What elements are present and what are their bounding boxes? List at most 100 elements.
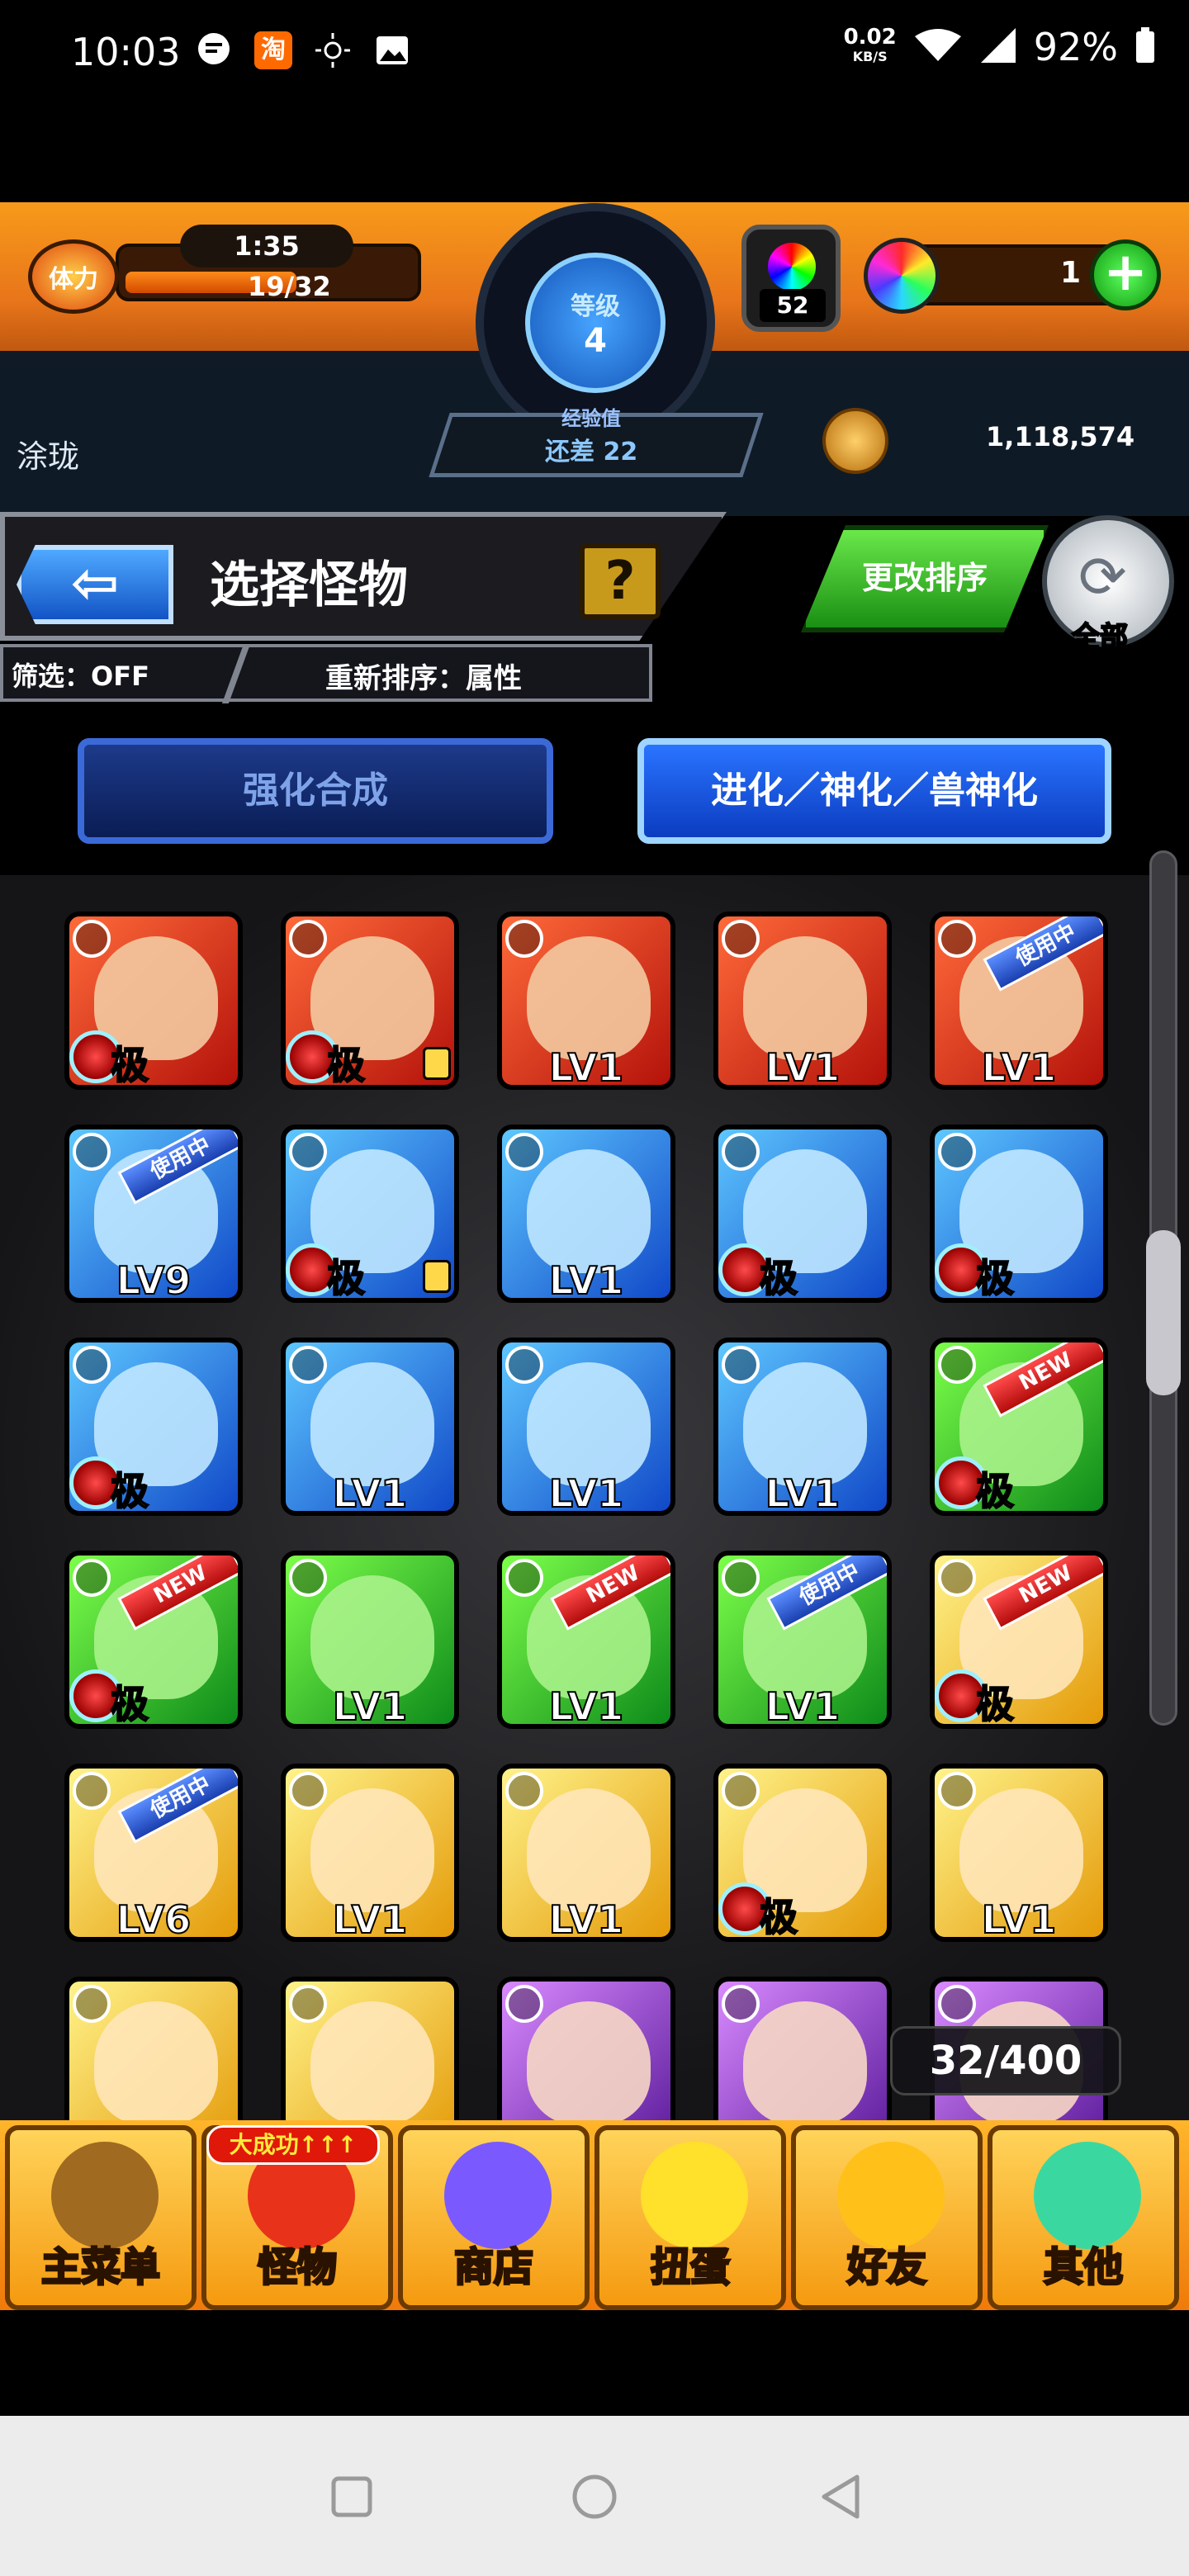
monster-level: LV1: [981, 1896, 1058, 1942]
element-fire-icon: [938, 920, 976, 958]
back-button[interactable]: ⇦: [17, 545, 173, 624]
refresh-icon: ⟳: [1078, 543, 1127, 611]
monster-card[interactable]: 极: [64, 1338, 243, 1516]
monster-card[interactable]: 极 NEW: [930, 1551, 1108, 1729]
element-dark-icon: [505, 1985, 543, 2023]
nav-item-4[interactable]: 好友: [791, 2125, 983, 2310]
battery-percent: 92%: [1033, 25, 1118, 69]
nav-item-5[interactable]: 其他: [988, 2125, 1179, 2310]
egg-icon: [641, 2142, 748, 2249]
orb-count: 1: [1060, 256, 1082, 290]
all-label: 全部: [1071, 620, 1129, 655]
monster-portrait: [959, 1788, 1083, 1912]
friends-icon: [837, 2142, 945, 2249]
nav-label: 怪物: [256, 2243, 338, 2292]
monster-card[interactable]: 极: [930, 1125, 1108, 1303]
notification-icons: 淘: [195, 31, 411, 69]
monster-portrait: [743, 2001, 867, 2125]
monster-card[interactable]: 极: [713, 1125, 892, 1303]
nav-label: 扭蛋: [649, 2243, 731, 2292]
element-wood-icon: [289, 1559, 327, 1597]
monster-card[interactable]: LV1: [281, 1551, 459, 1729]
nav-label: 商店: [452, 2243, 534, 2292]
sort-selector[interactable]: 重新排序：属性: [325, 656, 522, 696]
monster-card[interactable]: 极: [713, 1764, 892, 1942]
monster-card[interactable]: LV1: [497, 1338, 675, 1516]
monster-extreme-mark: 极: [759, 1255, 798, 1300]
element-light-icon: [505, 1772, 543, 1810]
element-wood-icon: [938, 1346, 976, 1384]
monster-card[interactable]: 极: [281, 912, 459, 1090]
monster-card[interactable]: LV1: [930, 1764, 1108, 1942]
monster-card[interactable]: LV1 NEW: [497, 1551, 675, 1729]
stamina-timer: 1:35: [180, 225, 353, 268]
home-icon[interactable]: [570, 2472, 619, 2522]
element-wood-icon: [722, 1559, 760, 1597]
element-dark-icon: [938, 1985, 976, 2023]
gold-value: 1,118,574: [986, 421, 1135, 452]
buy-orb-button[interactable]: +: [1090, 239, 1161, 310]
change-sort-button[interactable]: 更改排序: [801, 525, 1049, 632]
monster-card[interactable]: LV1 使用中: [713, 1551, 892, 1729]
monster-level: LV1: [765, 1044, 841, 1090]
help-button[interactable]: ?: [580, 543, 661, 619]
monster-card[interactable]: LV9 使用中: [64, 1125, 243, 1303]
lock-icon: [423, 1260, 451, 1293]
monster-nav-badge: 大成功↑↑↑: [206, 2125, 380, 2165]
monster-card[interactable]: LV1: [281, 1338, 459, 1516]
element-water-icon: [289, 1346, 327, 1384]
monster-card[interactable]: LV1: [281, 1764, 459, 1942]
bottom-spacer: [0, 2310, 1189, 2416]
monster-extreme-mark: 极: [975, 1681, 1015, 1726]
monster-card[interactable]: LV1: [713, 1338, 892, 1516]
monster-card[interactable]: 极: [64, 912, 243, 1090]
back-icon[interactable]: [816, 2472, 865, 2522]
lock-icon: [423, 1047, 451, 1080]
monster-level: LV1: [981, 1044, 1058, 1090]
monster-extreme-mark: 极: [759, 1894, 798, 1939]
monster-card[interactable]: 极 NEW: [64, 1551, 243, 1729]
monster-card[interactable]: LV1: [713, 912, 892, 1090]
nav-item-3[interactable]: 扭蛋: [594, 2125, 786, 2310]
monster-card[interactable]: 极: [281, 1125, 459, 1303]
monster-card[interactable]: 极 NEW: [930, 1338, 1108, 1516]
monster-extreme-mark: 极: [975, 1255, 1015, 1300]
monster-portrait: [527, 1788, 651, 1912]
element-light-icon: [289, 1772, 327, 1810]
element-light-icon: [938, 1772, 976, 1810]
scrollbar-thumb[interactable]: [1146, 1230, 1181, 1395]
monster-card[interactable]: LV1 使用中: [930, 912, 1108, 1090]
nav-item-2[interactable]: 商店: [398, 2125, 590, 2310]
status-right: 0.02 KB/S 92%: [844, 25, 1156, 69]
monster-card[interactable]: LV1: [497, 912, 675, 1090]
filter-toggle[interactable]: 筛选：OFF: [12, 656, 149, 694]
monster-card[interactable]: LV6 使用中: [64, 1764, 243, 1942]
element-water-icon: [73, 1133, 111, 1171]
monster-level: LV1: [332, 1683, 409, 1729]
monster-portrait: [310, 1362, 434, 1486]
monster-portrait: [94, 2001, 218, 2125]
tab-power-up[interactable]: 强化合成: [78, 738, 553, 844]
other-icon: [1034, 2142, 1141, 2249]
nav-label: 好友: [846, 2243, 927, 2292]
recent-apps-icon[interactable]: [327, 2472, 377, 2522]
element-fire-icon: [722, 920, 760, 958]
element-light-icon: [73, 1772, 111, 1810]
monster-extreme-mark: 极: [110, 1042, 149, 1087]
monster-card[interactable]: LV1: [497, 1125, 675, 1303]
monster-level: LV1: [548, 1683, 625, 1729]
monster-portrait: [527, 1362, 651, 1486]
monster-level: LV1: [548, 1896, 625, 1942]
status-bar: 10:03 淘 0.02 KB/S 92%: [0, 0, 1189, 107]
element-light-icon: [938, 1559, 976, 1597]
monster-card[interactable]: LV1: [497, 1764, 675, 1942]
level-badge: 等级 4: [525, 253, 666, 393]
all-filter-button[interactable]: ⟳ 全部: [1042, 515, 1174, 655]
taobao-icon: 淘: [254, 31, 292, 69]
nav-item-0[interactable]: 主菜单: [5, 2125, 197, 2310]
element-fire-icon: [289, 920, 327, 958]
monster-portrait: [527, 1149, 651, 1273]
monster-level: LV1: [548, 1044, 625, 1090]
potion-count: 52: [760, 289, 826, 322]
tab-evolve[interactable]: 进化／神化／兽神化: [637, 738, 1111, 844]
